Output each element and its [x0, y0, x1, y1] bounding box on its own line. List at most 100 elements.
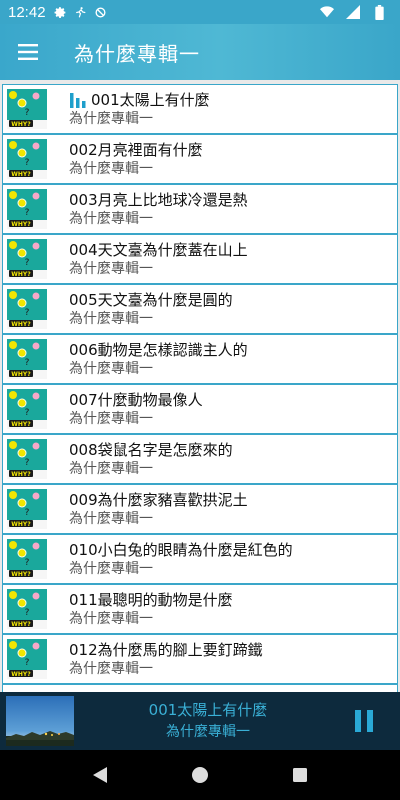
svg-text:?: ?	[25, 408, 30, 418]
track-row[interactable]: ? WHY? 012為什麼馬的腳上要釘蹄鐵 為什麼專輯一	[2, 634, 398, 684]
now-playing-icon	[69, 92, 87, 108]
svg-text:WHY?: WHY?	[11, 121, 31, 128]
track-title: 006動物是怎樣認識主人的	[69, 340, 248, 360]
recents-button[interactable]	[280, 755, 320, 795]
track-title-text: 012為什麼馬的腳上要釘蹄鐵	[69, 641, 263, 659]
track-title: 008袋鼠名字是怎麼來的	[69, 440, 233, 460]
track-title: 003月亮上比地球冷還是熱	[69, 190, 248, 210]
track-texts: 007什麼動物最像人 為什麼專輯一	[69, 390, 203, 428]
track-album: 為什麼專輯一	[69, 411, 153, 427]
track-thumbnail: ? WHY?	[7, 589, 47, 629]
svg-text:?: ?	[25, 208, 30, 218]
track-texts: 003月亮上比地球冷還是熱 為什麼專輯一	[69, 190, 248, 228]
hamburger-menu-icon	[18, 44, 38, 60]
track-texts: 009為什麼家豬喜歡拱泥土 為什麼專輯一	[69, 490, 248, 528]
track-texts: 004天文臺為什麼蓋在山上 為什麼專輯一	[69, 240, 248, 278]
track-thumbnail: ? WHY?	[7, 339, 47, 379]
no-sync-icon	[94, 5, 108, 19]
recents-icon	[293, 768, 307, 782]
app-bar: 為什麼專輯一	[0, 24, 400, 80]
pause-button[interactable]	[342, 699, 386, 743]
svg-text:?: ?	[25, 108, 30, 118]
track-album: 為什麼專輯一	[69, 261, 153, 277]
svg-text:?: ?	[25, 558, 30, 568]
svg-text:WHY?: WHY?	[11, 521, 31, 528]
svg-text:?: ?	[25, 308, 30, 318]
track-texts: 001太陽上有什麼為什麼專輯一	[69, 90, 210, 128]
svg-text:?: ?	[25, 508, 30, 518]
track-title-text: 001太陽上有什麼	[91, 91, 210, 109]
track-title: 005天文臺為什麼是圓的	[69, 290, 233, 310]
track-album: 為什麼專輯一	[69, 561, 153, 577]
svg-text:WHY?: WHY?	[11, 171, 31, 178]
home-icon	[192, 767, 208, 783]
track-thumbnail: ? WHY?	[7, 639, 47, 679]
track-thumbnail: ? WHY?	[7, 489, 47, 529]
track-album: 為什麼專輯一	[69, 311, 153, 327]
signal-icon	[346, 5, 360, 19]
svg-text:?: ?	[25, 458, 30, 468]
track-title: 004天文臺為什麼蓋在山上	[69, 240, 248, 260]
back-icon	[93, 767, 107, 783]
mini-player[interactable]: 001太陽上有什麼 為什麼專輯一	[0, 692, 400, 750]
track-row[interactable]: ? WHY? 002月亮裡面有什麼 為什麼專輯一	[2, 134, 398, 184]
track-row-partial[interactable]	[2, 684, 398, 692]
track-row[interactable]: ? WHY? 007什麼動物最像人 為什麼專輯一	[2, 384, 398, 434]
track-thumbnail: ? WHY?	[7, 439, 47, 479]
track-row[interactable]: ? WHY? 009為什麼家豬喜歡拱泥土 為什麼專輯一	[2, 484, 398, 534]
svg-text:WHY?: WHY?	[11, 671, 31, 678]
track-title: 007什麼動物最像人	[69, 390, 203, 410]
track-title: 009為什麼家豬喜歡拱泥土	[69, 490, 248, 510]
page-title: 為什麼專輯一	[74, 41, 200, 66]
track-row[interactable]: ? WHY? 006動物是怎樣認識主人的 為什麼專輯一	[2, 334, 398, 384]
track-title-text: 006動物是怎樣認識主人的	[69, 341, 248, 359]
track-texts: 011最聰明的動物是什麼 為什麼專輯一	[69, 590, 233, 628]
track-album: 為什麼專輯一	[69, 211, 153, 227]
track-texts: 010小白兔的眼睛為什麼是紅色的 為什麼專輯一	[69, 540, 293, 578]
svg-text:?: ?	[25, 258, 30, 268]
runner-icon	[74, 5, 88, 19]
svg-text:WHY?: WHY?	[11, 621, 31, 628]
home-button[interactable]	[180, 755, 220, 795]
track-row[interactable]: ? WHY? 011最聰明的動物是什麼 為什麼專輯一	[2, 584, 398, 634]
track-title-text: 004天文臺為什麼蓋在山上	[69, 241, 248, 259]
svg-text:WHY?: WHY?	[11, 271, 31, 278]
menu-button[interactable]	[0, 24, 56, 80]
track-row[interactable]: ? WHY? 003月亮上比地球冷還是熱 為什麼專輯一	[2, 184, 398, 234]
track-thumbnail: ? WHY?	[7, 289, 47, 329]
track-title: 001太陽上有什麼	[69, 90, 210, 110]
track-row[interactable]: ? WHY? 008袋鼠名字是怎麼來的 為什麼專輯一	[2, 434, 398, 484]
track-title-text: 011最聰明的動物是什麼	[69, 591, 233, 609]
svg-text:WHY?: WHY?	[11, 421, 31, 428]
track-texts: 008袋鼠名字是怎麼來的 為什麼專輯一	[69, 440, 233, 478]
track-title: 012為什麼馬的腳上要釘蹄鐵	[69, 640, 263, 660]
track-row[interactable]: ? WHY? 001太陽上有什麼為什麼專輯一	[2, 84, 398, 134]
battery-icon	[372, 4, 386, 20]
track-title: 010小白兔的眼睛為什麼是紅色的	[69, 540, 293, 560]
svg-text:?: ?	[25, 358, 30, 368]
system-nav-bar	[0, 750, 400, 800]
track-album: 為什麼專輯一	[69, 111, 153, 127]
svg-text:?: ?	[25, 658, 30, 668]
svg-text:?: ?	[25, 158, 30, 168]
track-thumbnail: ? WHY?	[7, 89, 47, 129]
track-row[interactable]: ? WHY? 004天文臺為什麼蓋在山上 為什麼專輯一	[2, 234, 398, 284]
status-time: 12:42	[8, 3, 46, 21]
track-list[interactable]: ? WHY? 001太陽上有什麼為什麼專輯一 ? WHY? 002月亮裡面有什麼…	[0, 84, 400, 692]
svg-text:WHY?: WHY?	[11, 321, 31, 328]
track-thumbnail: ? WHY?	[7, 239, 47, 279]
svg-text:WHY?: WHY?	[11, 221, 31, 228]
track-texts: 012為什麼馬的腳上要釘蹄鐵 為什麼專輯一	[69, 640, 263, 678]
back-button[interactable]	[80, 755, 120, 795]
track-texts: 006動物是怎樣認識主人的 為什麼專輯一	[69, 340, 248, 378]
track-album: 為什麼專輯一	[69, 511, 153, 527]
track-title-text: 007什麼動物最像人	[69, 391, 203, 409]
player-track-title: 001太陽上有什麼	[148, 701, 268, 719]
track-title: 011最聰明的動物是什麼	[69, 590, 233, 610]
svg-text:WHY?: WHY?	[11, 471, 31, 478]
track-album: 為什麼專輯一	[69, 611, 153, 627]
track-title-text: 005天文臺為什麼是圓的	[69, 291, 233, 309]
track-title-text: 008袋鼠名字是怎麼來的	[69, 441, 233, 459]
track-row[interactable]: ? WHY? 010小白兔的眼睛為什麼是紅色的 為什麼專輯一	[2, 534, 398, 584]
track-row[interactable]: ? WHY? 005天文臺為什麼是圓的 為什麼專輯一	[2, 284, 398, 334]
